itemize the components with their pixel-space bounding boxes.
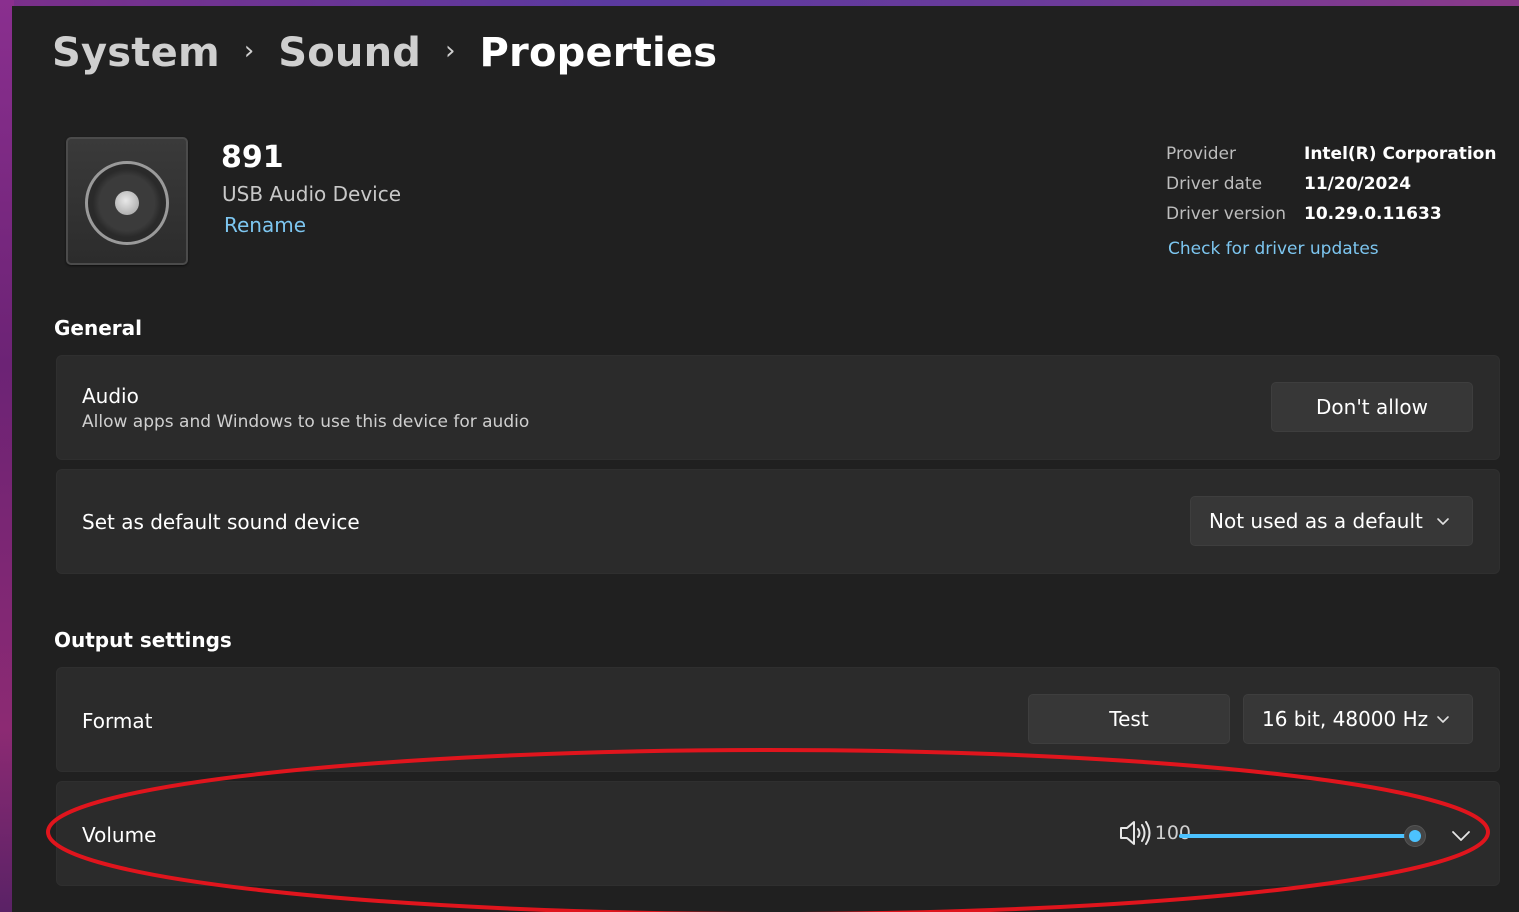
breadcrumb-system[interactable]: System xyxy=(52,30,220,76)
volume-slider-thumb[interactable] xyxy=(1404,825,1426,847)
settings-window: System › Sound › Properties 891 USB Audi… xyxy=(12,6,1519,912)
driver-version-label: Driver version xyxy=(1166,204,1286,224)
driver-version-value: 10.29.0.11633 xyxy=(1304,204,1442,224)
breadcrumb-chevron-icon: › xyxy=(445,36,456,66)
format-selected: 16 bit, 48000 Hz xyxy=(1262,707,1429,731)
volume-slider-fill xyxy=(1179,834,1415,838)
speaker-cone xyxy=(85,161,169,245)
format-dropdown[interactable]: 16 bit, 48000 Hz xyxy=(1243,694,1473,744)
chevron-down-icon xyxy=(1437,518,1449,525)
volume-card: Volume 100 xyxy=(56,781,1500,886)
check-driver-updates-link[interactable]: Check for driver updates xyxy=(1168,239,1379,259)
page-title: Properties xyxy=(479,30,718,76)
provider-label: Provider xyxy=(1166,144,1236,164)
default-device-dropdown[interactable]: Not used as a default xyxy=(1190,496,1473,546)
test-button[interactable]: Test xyxy=(1028,694,1230,744)
driver-date-label: Driver date xyxy=(1166,174,1263,194)
format-title: Format xyxy=(82,709,153,733)
output-section-title: Output settings xyxy=(54,628,232,652)
volume-slider[interactable] xyxy=(1179,825,1426,847)
provider-value: Intel(R) Corporation xyxy=(1304,144,1497,164)
audio-title: Audio xyxy=(82,384,139,408)
rename-link[interactable]: Rename xyxy=(224,213,306,237)
format-card: Format Test 16 bit, 48000 Hz xyxy=(56,667,1500,772)
default-device-card: Set as default sound device Not used as … xyxy=(56,469,1500,574)
volume-title: Volume xyxy=(82,823,157,847)
speaker-icon xyxy=(66,137,188,265)
driver-date-value: 11/20/2024 xyxy=(1304,174,1412,194)
audio-card: Audio Allow apps and Windows to use this… xyxy=(56,355,1500,460)
device-name: 891 xyxy=(221,140,284,175)
default-device-selected: Not used as a default xyxy=(1209,509,1423,533)
chevron-down-icon xyxy=(1437,716,1449,723)
breadcrumb-chevron-icon: › xyxy=(243,36,255,66)
device-type: USB Audio Device xyxy=(222,182,402,206)
speaker-dust-cap xyxy=(115,191,139,215)
breadcrumb: System › Sound › Properties xyxy=(52,28,717,78)
audio-description: Allow apps and Windows to use this devic… xyxy=(82,412,530,432)
breadcrumb-sound[interactable]: Sound xyxy=(278,30,421,76)
expand-chevron-icon[interactable] xyxy=(1447,822,1475,850)
dont-allow-button[interactable]: Don't allow xyxy=(1271,382,1473,432)
general-section-title: General xyxy=(54,316,142,340)
default-device-title: Set as default sound device xyxy=(82,510,360,534)
